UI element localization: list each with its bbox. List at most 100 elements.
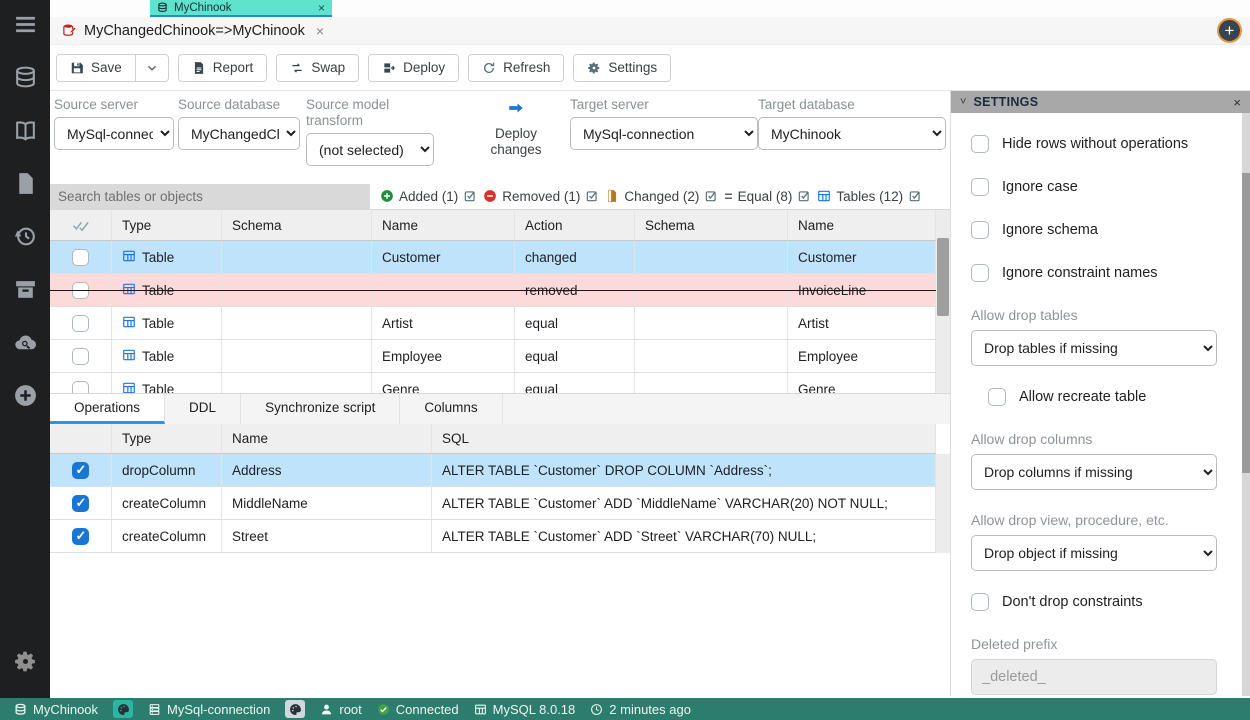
checkbox-ignore-constraint-names[interactable]: Ignore constraint names [971,264,1250,282]
settings-panel-header[interactable]: ˅ SETTINGS × [951,91,1250,113]
allow-drop-view-select[interactable]: Drop object if missing [971,535,1217,571]
filter-tables[interactable]: Tables (12) [817,189,922,204]
menu-icon[interactable] [12,11,38,37]
checkbox-checked-icon[interactable] [797,189,811,203]
checkbox-allow-recreate-table[interactable]: Allow recreate table [988,388,1250,406]
checkbox-checked-icon[interactable] [908,189,922,203]
file-icon[interactable] [12,170,38,196]
close-icon[interactable]: × [316,23,324,39]
hide-rows-checkbox[interactable] [971,135,989,153]
operation-row-dropcolumn[interactable]: dropColumn Address ALTER TABLE `Customer… [50,454,936,487]
add-connection-icon[interactable] [12,382,38,408]
checkbox-checked-icon[interactable] [463,189,477,203]
tab-synchronize-script[interactable]: Synchronize script [241,394,400,424]
source-server-select[interactable]: MySql-connection [54,117,174,150]
ops-header-sql[interactable]: SQL [432,424,936,453]
ops-header-name[interactable]: Name [222,424,432,453]
status-engine[interactable]: MySQL 8.0.18 [474,702,576,717]
database-color-button[interactable] [113,700,133,718]
diff-row-employee[interactable]: Table Employee equal Employee [50,340,936,373]
report-button[interactable]: Report [178,54,268,82]
deploy-changes-block[interactable]: Deploy changes [476,99,556,158]
source-database-select[interactable]: MyChangedChinook [178,117,300,150]
checkbox-ignore-schema[interactable]: Ignore schema [971,221,1250,239]
save-dropdown-button[interactable] [136,54,169,82]
diff-row-customer[interactable]: Table Customer changed Customer [50,241,936,274]
filter-removed[interactable]: Removed (1) [483,189,599,204]
col-header-type[interactable]: Type [112,210,222,240]
settings-button[interactable]: Settings [573,54,671,82]
row-checkbox[interactable] [72,249,89,266]
filter-added[interactable]: Added (1) [380,189,477,204]
filter-equal[interactable]: = Equal (8) [724,188,811,204]
allow-drop-columns-select[interactable]: Drop columns if missing [971,454,1217,490]
status-database[interactable]: MyChinook [14,702,98,717]
settings-gear-icon[interactable] [12,648,38,674]
tab-compare-document[interactable]: MyChangedChinook=>MyChinook × [62,23,324,39]
cloud-search-icon[interactable] [12,329,38,355]
tab-ddl[interactable]: DDL [165,394,241,424]
history-icon[interactable] [12,223,38,249]
dont-drop-constraints-checkbox[interactable] [971,593,989,611]
close-icon[interactable]: × [318,1,325,15]
checkbox-checked-icon[interactable] [585,189,599,203]
new-tab-button[interactable]: + [1217,18,1242,43]
col-header-name-dst[interactable]: Name [788,210,936,240]
tab-operations[interactable]: Operations [50,394,165,424]
filter-changed[interactable]: Changed (2) [605,189,718,204]
database-icon[interactable] [12,64,38,90]
row-checkbox[interactable] [72,348,89,365]
col-header-schema-src[interactable]: Schema [222,210,372,240]
archive-icon[interactable] [12,276,38,302]
diff-scrollbar[interactable] [936,210,950,393]
row-checkbox[interactable] [72,282,89,299]
source-model-transform-select[interactable]: (not selected) [306,133,434,166]
settings-scrollbar-thumb[interactable] [1242,173,1250,473]
col-header-schema-dst[interactable]: Schema [635,210,788,240]
checkbox-hide-rows[interactable]: Hide rows without operations [971,135,1250,153]
operation-checkbox[interactable] [72,495,89,512]
target-database-select[interactable]: MyChinook [758,117,946,150]
ops-header-type[interactable]: Type [112,424,222,453]
operation-row-createcolumn-street[interactable]: createColumn Street ALTER TABLE `Custome… [50,520,936,553]
operation-checkbox[interactable] [72,462,89,479]
row-checkbox[interactable] [72,381,89,394]
save-button[interactable]: Save [56,54,136,82]
status-server[interactable]: MySql-connection [148,702,270,717]
status-updated[interactable]: 2 minutes ago [590,702,691,717]
book-icon[interactable] [12,117,38,143]
tab-columns[interactable]: Columns [400,394,502,424]
col-header-action[interactable]: Action [515,210,635,240]
deleted-prefix-input[interactable] [971,659,1217,695]
deploy-button[interactable]: Deploy [368,54,459,82]
connection-color-button[interactable] [285,700,305,718]
swap-button[interactable]: Swap [276,54,359,82]
allow-recreate-table-checkbox[interactable] [988,388,1006,406]
close-icon[interactable]: × [1233,95,1241,110]
status-connection[interactable]: Connected [377,702,459,717]
operation-checkbox[interactable] [72,528,89,545]
refresh-button[interactable]: Refresh [468,54,564,82]
operations-scrollbar[interactable] [936,454,950,553]
chevron-down-icon[interactable]: ˅ [960,96,966,108]
diff-row-invoiceline[interactable]: Table removed InvoiceLine [50,274,936,307]
ignore-constraint-names-checkbox[interactable] [971,264,989,282]
tab-mychinook[interactable]: MyChinook × [150,0,332,17]
select-all-header[interactable] [50,210,112,240]
search-input[interactable] [50,184,370,209]
checkbox-dont-drop-constraints[interactable]: Don't drop constraints [971,593,1250,611]
ignore-case-checkbox[interactable] [971,178,989,196]
status-user[interactable]: root [320,702,361,717]
row-checkbox[interactable] [72,315,89,332]
settings-scrollbar[interactable] [1242,113,1250,696]
col-header-name-src[interactable]: Name [372,210,515,240]
ignore-schema-checkbox[interactable] [971,221,989,239]
allow-drop-tables-select[interactable]: Drop tables if missing [971,330,1217,366]
operation-row-createcolumn-middlename[interactable]: createColumn MiddleName ALTER TABLE `Cus… [50,487,936,520]
checkbox-checked-icon[interactable] [704,189,718,203]
target-server-select[interactable]: MySql-connection [570,117,758,150]
diff-scrollbar-thumb[interactable] [937,238,949,316]
diff-row-genre[interactable]: Table Genre equal Genre [50,373,936,393]
checkbox-ignore-case[interactable]: Ignore case [971,178,1250,196]
diff-row-artist[interactable]: Table Artist equal Artist [50,307,936,340]
